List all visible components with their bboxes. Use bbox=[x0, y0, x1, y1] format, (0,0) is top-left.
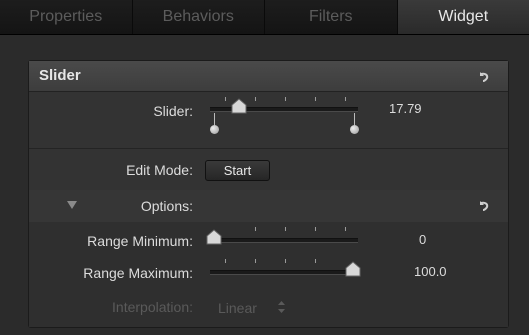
range-min-stem bbox=[214, 113, 215, 125]
range-max-stem bbox=[354, 113, 355, 125]
slider-tick bbox=[255, 259, 256, 263]
tab-filters[interactable]: Filters bbox=[265, 0, 398, 34]
slider-tick bbox=[255, 97, 256, 101]
reset-icon[interactable] bbox=[476, 69, 490, 83]
inspector-tabs: Properties Behaviors Filters Widget bbox=[0, 0, 529, 35]
range-maximum-thumb[interactable] bbox=[344, 261, 362, 277]
popup-arrows-icon bbox=[278, 301, 285, 313]
disclosure-triangle-icon[interactable] bbox=[67, 201, 77, 209]
range-min-handle[interactable] bbox=[210, 125, 219, 134]
range-minimum-track[interactable] bbox=[210, 238, 358, 243]
edit-mode-label: Edit Mode: bbox=[126, 162, 193, 178]
slider-label: Slider: bbox=[153, 103, 193, 119]
tab-widget[interactable]: Widget bbox=[397, 0, 529, 34]
slider-tick bbox=[225, 97, 226, 101]
slider-value[interactable]: 17.79 bbox=[389, 101, 422, 116]
slider-thumb[interactable] bbox=[230, 98, 248, 114]
interpolation-popup[interactable]: Linear bbox=[218, 300, 257, 316]
range-max-handle[interactable] bbox=[350, 125, 359, 134]
range-maximum-track[interactable] bbox=[210, 270, 358, 275]
slider-tick bbox=[345, 97, 346, 101]
slider-tick bbox=[285, 227, 286, 231]
slider-panel: Slider Slider: 17.79 Edit Mode: Start Op… bbox=[28, 60, 509, 328]
section-header: Slider bbox=[29, 61, 508, 92]
divider bbox=[29, 148, 508, 149]
tab-properties[interactable]: Properties bbox=[0, 0, 133, 34]
slider-tick bbox=[225, 259, 226, 263]
tab-behaviors[interactable]: Behaviors bbox=[133, 0, 265, 34]
slider-tick bbox=[255, 227, 256, 231]
range-maximum-value[interactable]: 100.0 bbox=[414, 264, 447, 279]
start-button[interactable]: Start bbox=[205, 160, 270, 181]
range-minimum-value[interactable]: 0 bbox=[419, 232, 426, 247]
slider-tick bbox=[285, 97, 286, 101]
range-minimum-thumb[interactable] bbox=[205, 229, 223, 245]
interpolation-label: Interpolation: bbox=[112, 299, 193, 315]
slider-tick bbox=[315, 259, 316, 263]
slider-tick bbox=[315, 227, 316, 231]
range-maximum-label: Range Maximum: bbox=[83, 265, 193, 281]
slider-tick bbox=[345, 227, 346, 231]
options-reset-icon[interactable] bbox=[476, 198, 490, 212]
slider-tick bbox=[285, 259, 286, 263]
slider-tick bbox=[315, 97, 316, 101]
range-minimum-label: Range Minimum: bbox=[87, 233, 193, 249]
options-label: Options: bbox=[140, 198, 193, 214]
section-title: Slider bbox=[39, 67, 81, 84]
